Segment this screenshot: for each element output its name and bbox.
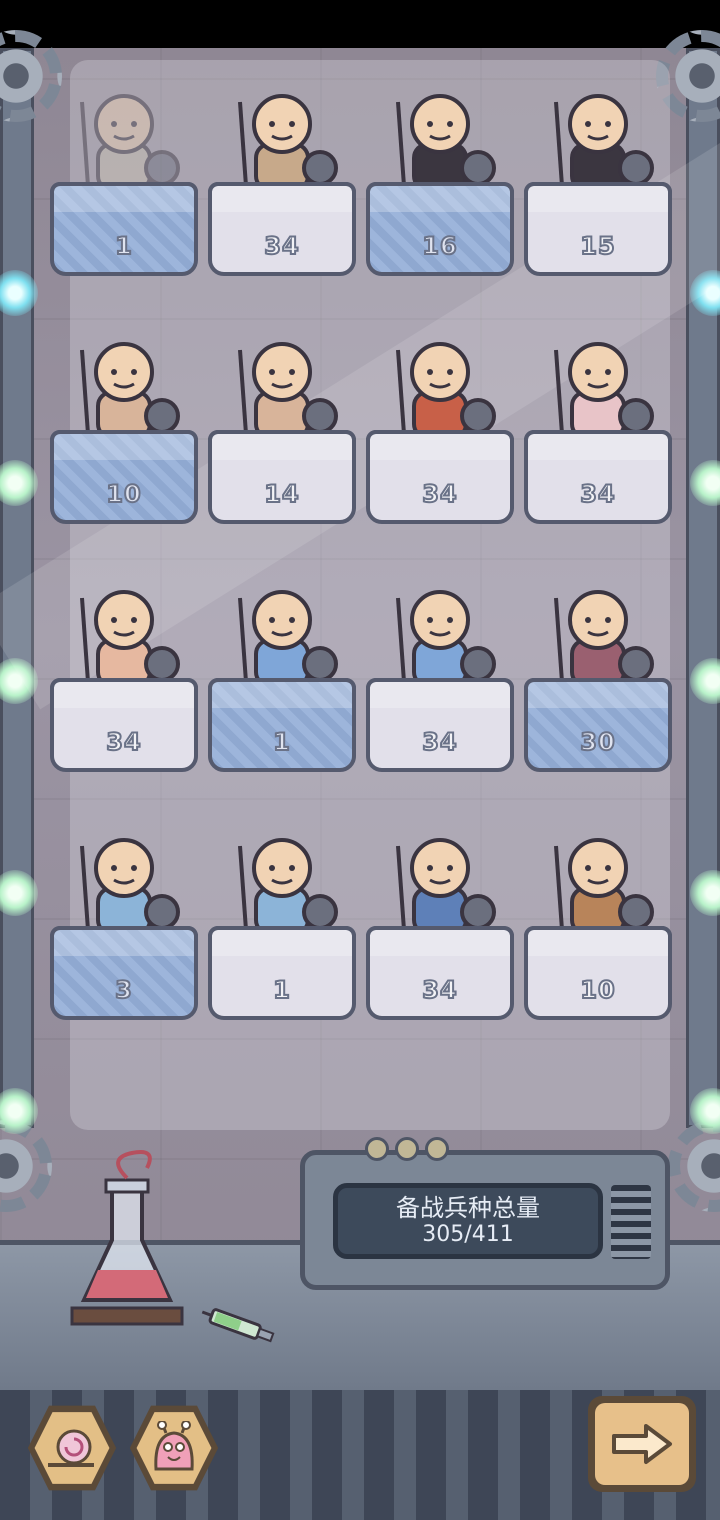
unit-slot[interactable]: 16 [366,62,514,282]
card-fold [208,182,356,212]
unit-card: 14 [208,430,356,524]
card-fold [208,430,356,460]
flask-icon [70,1150,184,1326]
unit-count: 3 [114,975,133,1005]
unit-count: 14 [263,479,300,509]
unit-count: 34 [263,231,300,261]
status-bar [0,0,720,48]
card-fold [50,430,198,460]
unit-slot[interactable]: 10 [524,806,672,1026]
card-fold [366,678,514,708]
card-fold [208,678,356,708]
unit-slot[interactable]: 34 [366,310,514,530]
unit-slot[interactable]: 1 [208,806,356,1026]
unit-count: 34 [421,727,458,757]
unit-card: 16 [366,182,514,276]
unit-slot[interactable]: 34 [366,806,514,1026]
slug-icon [154,1421,194,1471]
next-button[interactable] [588,1396,696,1492]
card-fold [50,926,198,956]
unit-slot[interactable]: 30 [524,558,672,778]
unit-count: 15 [579,231,616,261]
unit-count: 10 [579,975,616,1005]
speaker-grill [611,1185,651,1259]
capacity-title: 备战兵种总量 [396,1194,540,1222]
unit-card: 1 [50,182,198,276]
unit-slot[interactable]: 34 [524,310,672,530]
unit-card: 30 [524,678,672,772]
unit-card: 10 [50,430,198,524]
knob-icon [395,1137,419,1161]
unit-card: 34 [50,678,198,772]
unit-slot[interactable]: 34 [50,558,198,778]
card-fold [50,182,198,212]
unit-slot[interactable]: 3 [50,806,198,1026]
unit-slot[interactable]: 34 [208,62,356,282]
unit-count: 34 [105,727,142,757]
unit-slot[interactable]: 34 [366,558,514,778]
card-fold [366,430,514,460]
unit-card: 34 [524,430,672,524]
snail-icon [48,1429,94,1467]
card-fold [366,182,514,212]
unit-card: 1 [208,678,356,772]
unit-card: 34 [366,926,514,1020]
card-fold [50,678,198,708]
unit-card: 34 [366,678,514,772]
unit-slot[interactable]: 1 [208,558,356,778]
knob-icon [365,1137,389,1161]
card-fold [524,182,672,212]
capacity-total: 305/411 [422,1222,514,1247]
game-screen: 1 34 16 15 10 14 34 34 34 1 34 30 3 1 34 10 备战兵种总量 305/… [0,0,720,1520]
unit-count: 30 [579,727,616,757]
unit-card: 10 [524,926,672,1020]
unit-card: 1 [208,926,356,1020]
unit-count: 34 [421,975,458,1005]
card-fold [524,926,672,956]
unit-slot[interactable]: 15 [524,62,672,282]
unit-card: 34 [208,182,356,276]
unit-card: 3 [50,926,198,1020]
arrow-right-icon [612,1424,672,1464]
card-fold [208,926,356,956]
army-capacity-panel: 备战兵种总量 305/411 [300,1137,670,1290]
unit-count: 10 [105,479,142,509]
unit-count: 16 [421,231,458,261]
knob-icon [425,1137,449,1161]
unit-slot[interactable]: 14 [208,310,356,530]
card-fold [524,678,672,708]
unit-count: 1 [272,975,291,1005]
unit-card: 34 [366,430,514,524]
unit-count: 1 [272,727,291,757]
capacity-screen: 备战兵种总量 305/411 [333,1183,603,1259]
syringe-icon [201,1308,275,1343]
unit-count: 1 [114,231,133,261]
unit-slot[interactable]: 1 [50,62,198,282]
unit-count: 34 [579,479,616,509]
card-fold [524,430,672,460]
unit-slot[interactable]: 10 [50,310,198,530]
unit-card: 15 [524,182,672,276]
unit-count: 34 [421,479,458,509]
card-fold [366,926,514,956]
